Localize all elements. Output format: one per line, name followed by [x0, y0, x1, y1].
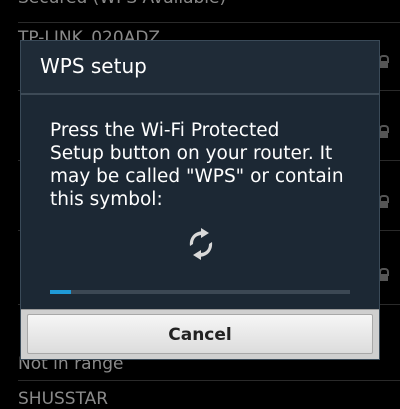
wps-setup-dialog: WPS setup Press the Wi-Fi Protected Setu… — [20, 40, 380, 360]
list-divider — [18, 380, 400, 381]
message-line: this symbol: — [50, 189, 163, 210]
message-line: Press the Wi-Fi Protected — [50, 120, 280, 141]
cancel-button[interactable]: Cancel — [27, 314, 373, 354]
message-line: Setup button on your router. It — [50, 143, 333, 164]
wps-progress-bar — [50, 290, 350, 294]
message-line: may be called "WPS" or contain — [50, 166, 344, 187]
list-divider — [18, 22, 400, 23]
network-status: Secured (WPS Available) — [18, 0, 226, 8]
network-name: SHUSSTAR — [18, 389, 109, 409]
progress-fill — [50, 290, 71, 294]
wps-icon — [189, 228, 213, 260]
dialog-message: Press the Wi-Fi Protected Setup button o… — [50, 119, 360, 211]
dialog-header: WPS setup — [21, 41, 379, 95]
dialog-title: WPS setup — [40, 54, 147, 78]
dialog-button-bar: Cancel — [21, 309, 379, 359]
